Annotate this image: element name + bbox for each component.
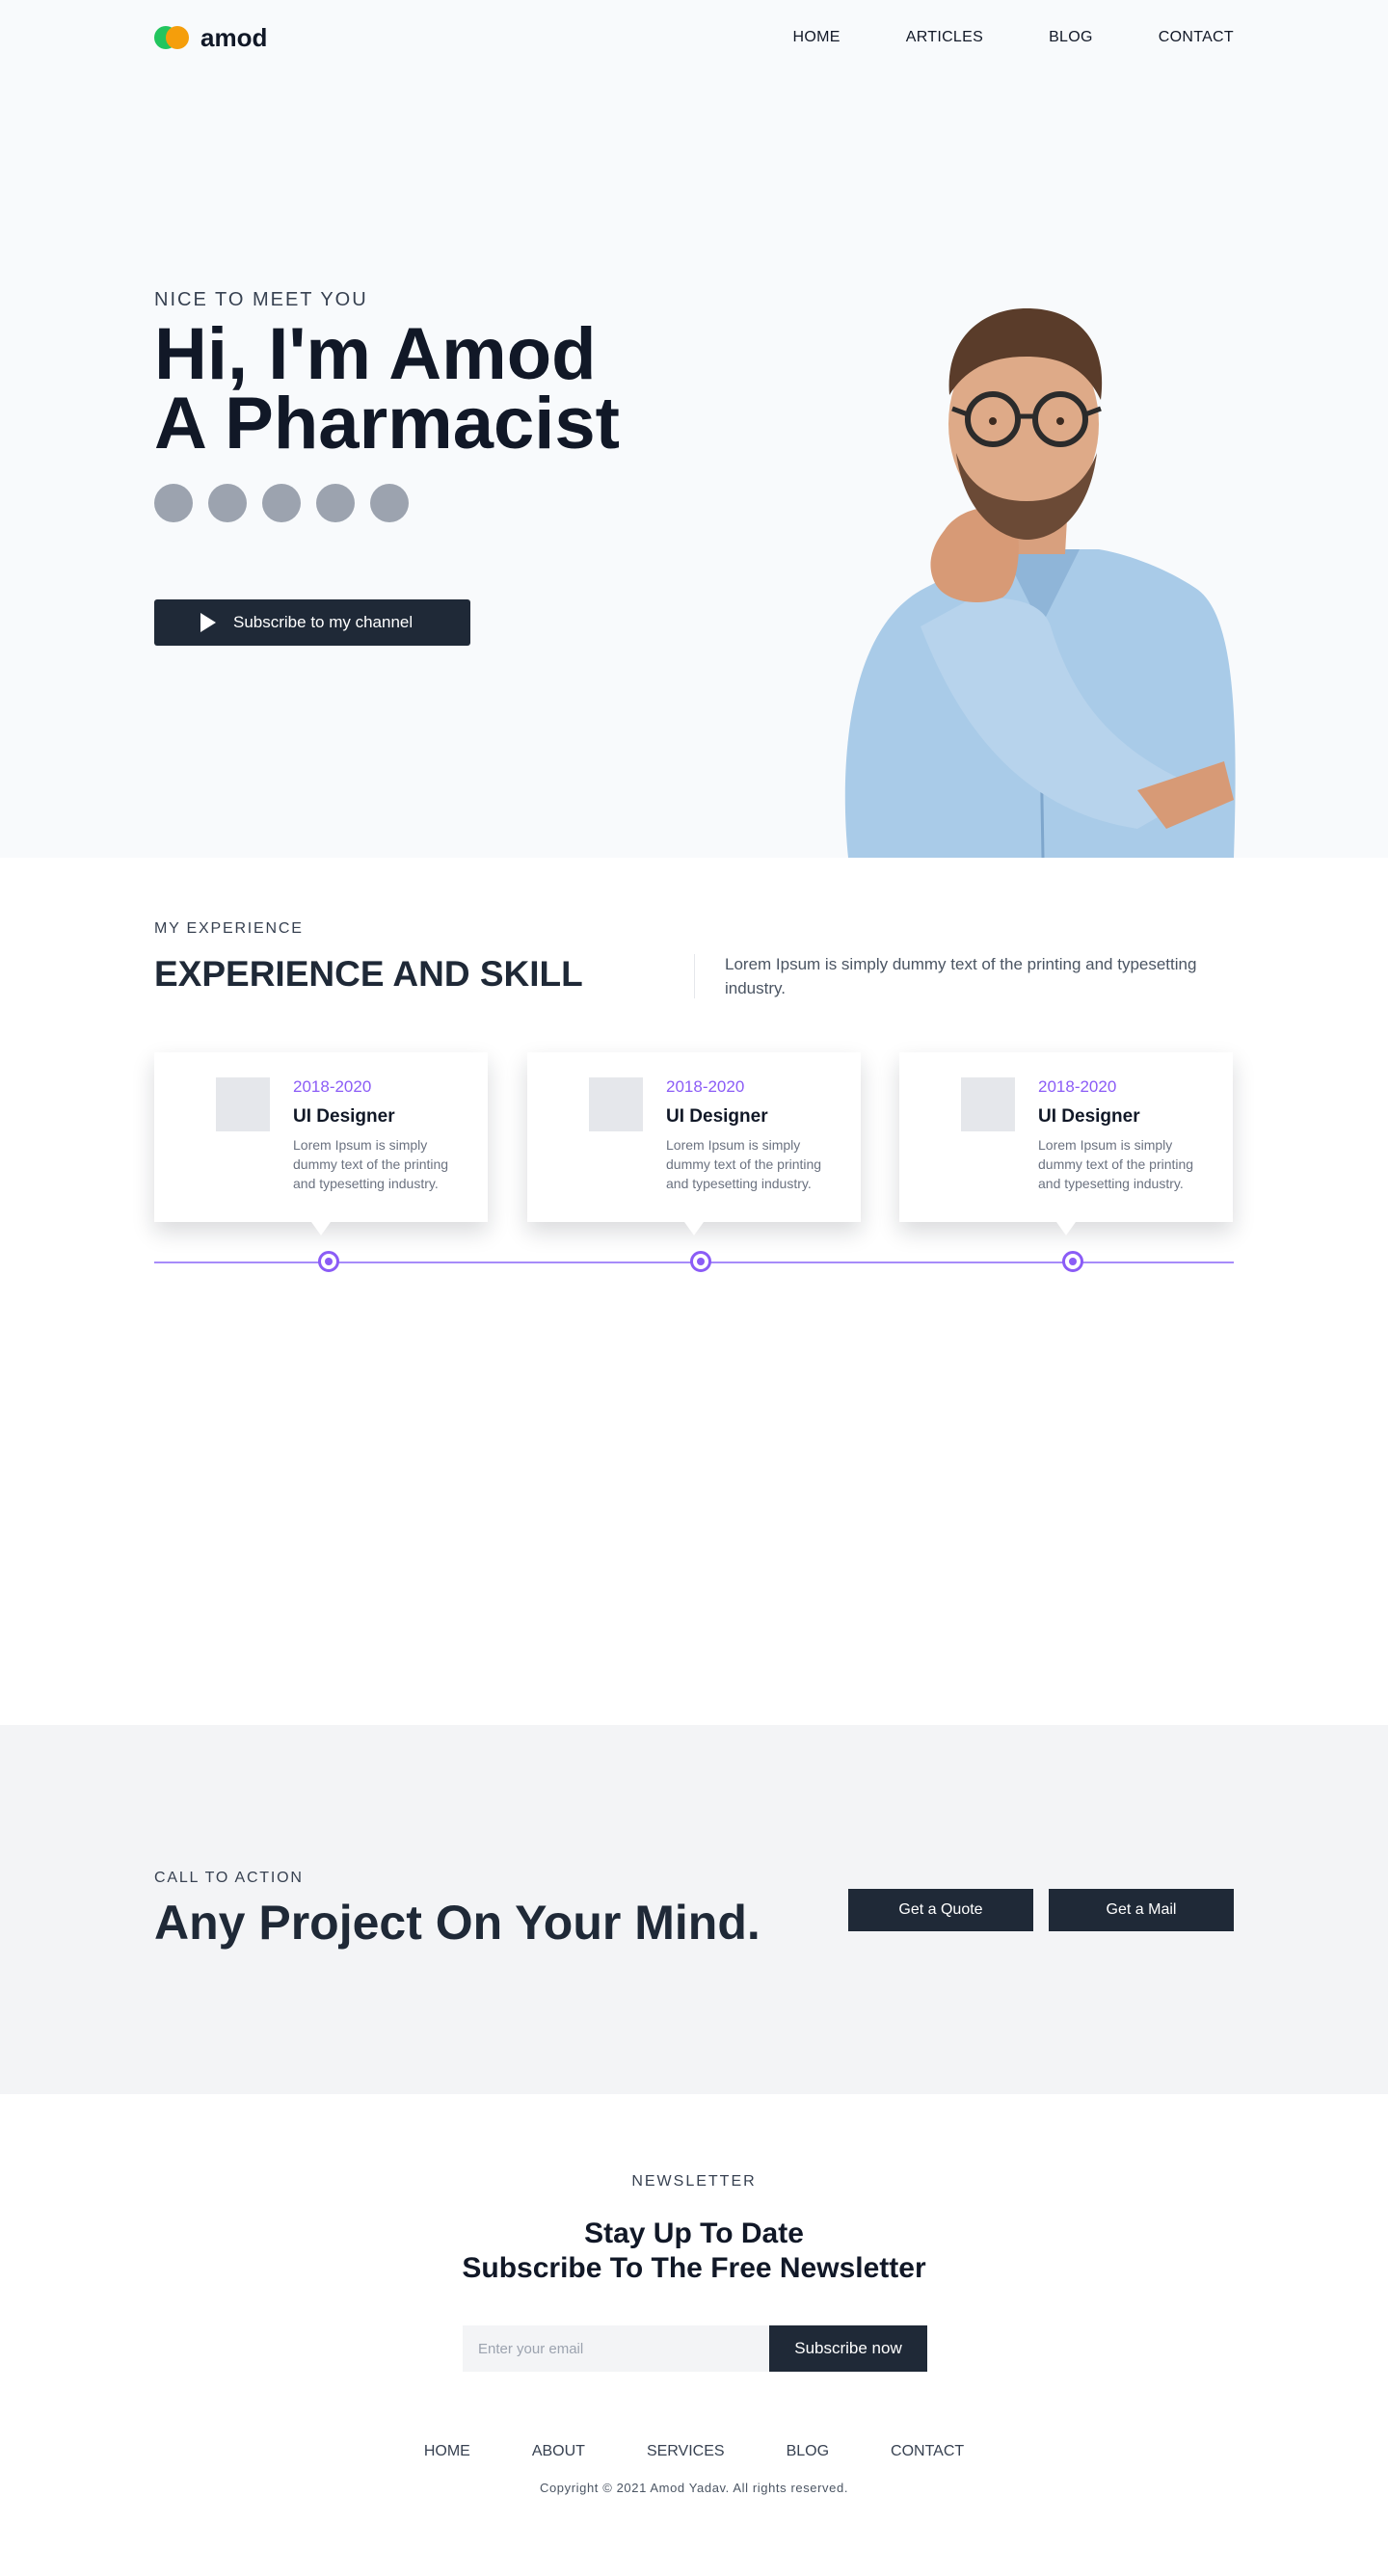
newsletter-title-line1: Stay Up To Date	[584, 2217, 804, 2249]
email-input[interactable]	[463, 2325, 769, 2372]
nav-home[interactable]: HOME	[793, 29, 841, 46]
get-quote-button[interactable]: Get a Quote	[848, 1889, 1033, 1931]
social-icon-2[interactable]	[208, 484, 247, 522]
subscribe-now-button[interactable]: Subscribe now	[769, 2325, 927, 2372]
card-role: UI Designer	[1038, 1106, 1140, 1127]
footer-link-services[interactable]: SERVICES	[647, 2443, 725, 2460]
logo-text: amod	[200, 22, 268, 52]
card-year: 2018-2020	[293, 1077, 372, 1096]
get-mail-button[interactable]: Get a Mail	[1049, 1889, 1234, 1931]
newsletter-form: Subscribe now	[463, 2325, 927, 2372]
call-to-action-section: CALL TO ACTION Any Project On Your Mind.…	[0, 1725, 1388, 2094]
footer-link-about[interactable]: ABOUT	[532, 2443, 585, 2460]
newsletter-kicker: NEWSLETTER	[631, 2173, 757, 2190]
social-icon-4[interactable]	[316, 484, 355, 522]
footer-link-contact[interactable]: CONTACT	[891, 2443, 964, 2460]
hero-section: amod HOME ARTICLES BLOG CONTACT NICE TO …	[0, 0, 1388, 858]
newsletter-title: Stay Up To Date Subscribe To The Free Ne…	[0, 2217, 1388, 2286]
experience-card[interactable]: 2018-2020 UI Designer Lorem Ipsum is sim…	[527, 1052, 861, 1235]
card-thumbnail	[589, 1077, 643, 1131]
logo[interactable]: amod	[154, 23, 267, 53]
play-icon	[200, 613, 216, 632]
card-role: UI Designer	[666, 1106, 768, 1127]
logo-icon	[154, 25, 191, 50]
card-role: UI Designer	[293, 1106, 395, 1127]
social-links	[154, 484, 409, 522]
timeline-dot[interactable]	[1062, 1251, 1083, 1272]
cta-title: Any Project On Your Mind.	[154, 1896, 761, 1950]
card-thumbnail	[216, 1077, 270, 1131]
nav-blog[interactable]: BLOG	[1049, 29, 1093, 46]
card-text: Lorem Ipsum is simply dummy text of the …	[666, 1137, 822, 1191]
footer-link-home[interactable]: HOME	[424, 2443, 470, 2460]
card-thumbnail	[961, 1077, 1015, 1131]
experience-divider	[694, 954, 695, 998]
timeline-dot[interactable]	[690, 1251, 711, 1272]
main-nav: HOME ARTICLES BLOG CONTACT	[728, 29, 1234, 46]
experience-card[interactable]: 2018-2020 UI Designer Lorem Ipsum is sim…	[154, 1052, 488, 1235]
newsletter-title-line2: Subscribe To The Free Newsletter	[462, 2252, 926, 2284]
social-icon-1[interactable]	[154, 484, 193, 522]
hero-portrait-image	[844, 308, 1236, 858]
copyright-text: Copyright © 2021 Amod Yadav. All rights …	[539, 2481, 849, 2495]
nav-articles[interactable]: ARTICLES	[906, 29, 983, 46]
hero-title: Hi, I'm Amod A Pharmacist	[154, 318, 620, 461]
hero-kicker: NICE TO MEET YOU	[154, 289, 368, 310]
card-year: 2018-2020	[666, 1077, 745, 1096]
experience-card[interactable]: 2018-2020 UI Designer Lorem Ipsum is sim…	[899, 1052, 1233, 1235]
card-year: 2018-2020	[1038, 1077, 1117, 1096]
cta-kicker: CALL TO ACTION	[154, 1870, 304, 1886]
social-icon-5[interactable]	[370, 484, 409, 522]
nav-contact[interactable]: CONTACT	[1159, 29, 1234, 46]
subscribe-channel-label: Subscribe to my channel	[233, 613, 414, 631]
social-icon-3[interactable]	[262, 484, 301, 522]
hero-title-line2: A Pharmacist	[154, 383, 620, 465]
card-text: Lorem Ipsum is simply dummy text of the …	[1038, 1137, 1194, 1191]
experience-description: Lorem Ipsum is simply dummy text of the …	[725, 955, 1197, 997]
top-navbar: amod HOME ARTICLES BLOG CONTACT	[154, 23, 1234, 52]
footer-nav: HOME ABOUT SERVICES BLOG CONTACT	[0, 2443, 1388, 2460]
experience-title: EXPERIENCE AND SKILL	[154, 954, 583, 994]
footer-link-blog[interactable]: BLOG	[787, 2443, 829, 2460]
card-text: Lorem Ipsum is simply dummy text of the …	[293, 1137, 449, 1191]
experience-kicker: MY EXPERIENCE	[154, 920, 304, 937]
timeline-dot[interactable]	[318, 1251, 339, 1272]
subscribe-channel-button[interactable]: Subscribe to my channel	[154, 599, 470, 646]
